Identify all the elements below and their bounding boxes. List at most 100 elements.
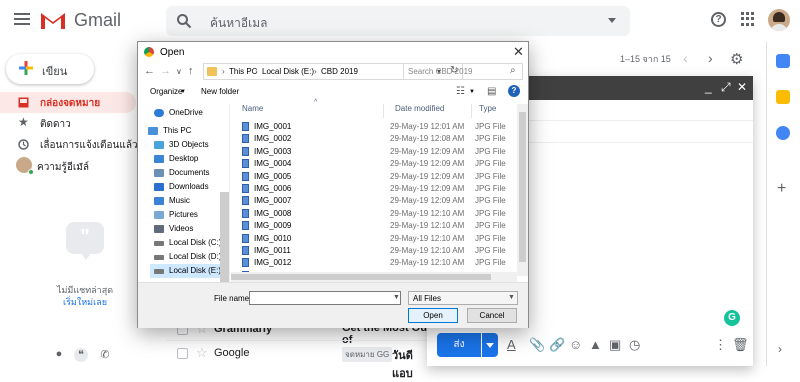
tree-item-documents[interactable]: Documents <box>150 166 228 180</box>
compose-button[interactable]: เขียน <box>6 54 94 84</box>
fullscreen-icon[interactable]: ⤢ <box>721 80 731 95</box>
search-icon[interactable] <box>176 13 192 29</box>
add-on-plus-icon[interactable]: + <box>777 180 786 198</box>
column-divider[interactable] <box>383 104 384 118</box>
column-header-name[interactable]: Name <box>242 104 263 113</box>
star-icon[interactable]: ☆ <box>196 345 208 361</box>
row-checkbox[interactable] <box>177 348 188 359</box>
forward-icon[interactable]: → <box>160 65 171 77</box>
new-folder-button[interactable]: New folder <box>201 87 239 96</box>
preview-pane-icon[interactable]: ▤ <box>487 86 496 97</box>
file-list-horizontal-scrollbar[interactable] <box>231 272 517 282</box>
column-divider[interactable] <box>471 104 472 118</box>
nav-item-snoozed[interactable]: เลื่อนการแจ้งเตือนแล้ว <box>0 134 138 155</box>
main-menu-icon[interactable] <box>14 13 30 25</box>
file-row[interactable]: IMG_0008 29-May-19 12:10 AM JPG File <box>239 207 509 219</box>
scrollbar-thumb[interactable] <box>231 274 491 280</box>
file-list-scrollbar[interactable] <box>517 104 528 276</box>
confidential-icon[interactable]: ◷ <box>629 337 640 353</box>
tasks-icon[interactable] <box>776 126 790 140</box>
minimize-icon[interactable]: _ <box>705 80 712 94</box>
previous-page-icon[interactable]: ‹ <box>683 50 688 66</box>
tree-item-music[interactable]: Music <box>150 194 228 208</box>
cancel-button[interactable]: Cancel <box>467 308 517 323</box>
file-type-select[interactable]: All Files ▼ <box>408 291 518 305</box>
phone-icon[interactable]: ✆ <box>98 348 112 362</box>
grammarly-icon[interactable]: G <box>724 310 740 326</box>
help-icon[interactable]: ? <box>711 12 726 27</box>
file-name-input[interactable]: ▼ <box>249 291 401 305</box>
file-row[interactable]: IMG_0001 29-May-19 12:01 AM JPG File <box>239 120 509 132</box>
breadcrumb-local-disk-e[interactable]: Local Disk (E:) <box>262 67 314 76</box>
recent-locations-icon[interactable]: ∨ <box>176 67 182 76</box>
send-options-icon[interactable] <box>482 333 498 357</box>
next-page-icon[interactable]: › <box>708 50 713 66</box>
gmail-logo-icon[interactable] <box>40 10 66 30</box>
send-button[interactable]: ส่ง <box>437 333 481 357</box>
tree-item-local-disk-e[interactable]: Local Disk (E:) <box>150 264 228 278</box>
mail-search-bar[interactable]: ค้นหาอีเมล <box>166 6 630 36</box>
open-button[interactable]: Open <box>408 308 458 323</box>
tree-item-onedrive[interactable]: OneDrive <box>150 106 228 120</box>
link-icon[interactable]: 🔗 <box>549 337 565 353</box>
keep-icon[interactable] <box>776 90 790 104</box>
tree-item-pictures[interactable]: Pictures <box>150 208 228 222</box>
column-header-date[interactable]: Date modified <box>395 104 444 113</box>
close-icon[interactable]: ✕ <box>737 80 747 94</box>
chevron-down-icon[interactable]: ▾ <box>79 160 83 169</box>
tree-item-downloads[interactable]: Downloads <box>150 180 228 194</box>
file-row[interactable]: IMG_0009 29-May-19 12:10 AM JPG File <box>239 219 509 231</box>
person-icon[interactable]: ● <box>52 348 66 362</box>
folder-search-input[interactable]: Search CBD 2019 ⌕ <box>403 63 523 80</box>
file-row[interactable]: IMG_0010 29-May-19 12:10 AM JPG File <box>239 232 509 244</box>
navigation-scrollbar[interactable] <box>220 192 229 282</box>
mail-row[interactable]: ☆ Google จดหมาย GG วันดี แอบ <box>166 340 432 380</box>
tree-item-videos[interactable]: Videos <box>150 222 228 236</box>
chevron-down-icon[interactable]: ▼ <box>508 294 515 301</box>
chevron-down-icon[interactable]: ▼ <box>180 89 186 95</box>
expand-panel-icon[interactable]: › <box>778 342 782 356</box>
drive-icon[interactable]: ▲ <box>589 337 602 352</box>
account-avatar[interactable] <box>768 9 790 31</box>
file-row[interactable]: IMG_0011 29-May-19 12:10 AM JPG File <box>239 244 509 256</box>
close-icon[interactable]: ✕ <box>513 44 524 60</box>
formatting-icon[interactable]: A <box>507 337 516 352</box>
tree-item-local-disk-c[interactable]: Local Disk (C:) <box>150 236 228 250</box>
file-row[interactable]: IMG_0007 29-May-19 12:09 AM JPG File <box>239 194 509 206</box>
gear-icon[interactable]: ⚙ <box>730 50 743 68</box>
file-row[interactable]: IMG_0006 29-May-19 12:09 AM JPG File <box>239 182 509 194</box>
tree-item-3d-objects[interactable]: 3D Objects <box>150 138 228 152</box>
breadcrumb-cbd-2019[interactable]: CBD 2019 <box>321 67 358 76</box>
more-options-icon[interactable]: ⋮ <box>714 337 727 353</box>
nav-item-starred[interactable]: ★ ติดดาว <box>0 113 136 134</box>
folder-search-placeholder[interactable]: Search CBD 2019 <box>408 67 472 76</box>
column-header-type[interactable]: Type <box>479 104 496 113</box>
hangouts-icon[interactable]: ❝ <box>74 348 88 362</box>
chevron-down-icon[interactable]: ▼ <box>393 294 400 301</box>
scrollbar-thumb[interactable] <box>519 112 526 262</box>
file-row[interactable]: IMG_0004 29-May-19 12:09 AM JPG File <box>239 157 509 169</box>
back-icon[interactable]: ← <box>144 65 155 77</box>
search-placeholder[interactable]: ค้นหาอีเมล <box>210 14 267 33</box>
nav-item-inbox[interactable]: กล่องจดหมาย <box>0 92 136 113</box>
search-options-icon[interactable] <box>608 18 616 23</box>
view-options-icon[interactable]: ☷ <box>456 86 465 97</box>
search-icon[interactable]: ⌕ <box>510 65 516 76</box>
calendar-icon[interactable] <box>776 54 790 68</box>
trash-icon[interactable]: 🗑 <box>732 337 749 353</box>
up-icon[interactable]: ↑ <box>188 65 194 77</box>
start-new-chat-link[interactable]: เริ่มใหม่เลย <box>40 295 130 309</box>
tree-item-desktop[interactable]: Desktop <box>150 152 228 166</box>
tree-item-local-disk-d[interactable]: Local Disk (D:) <box>150 250 228 264</box>
tree-item-this-pc[interactable]: This PC <box>144 124 222 138</box>
file-row[interactable]: IMG_0012 29-May-19 12:10 AM JPG File <box>239 256 509 268</box>
file-row[interactable]: IMG_0005 29-May-19 12:09 AM JPG File <box>239 170 509 182</box>
photo-icon[interactable]: ▣ <box>609 337 621 353</box>
emoji-icon[interactable]: ☺ <box>569 337 582 352</box>
breadcrumb-this-pc[interactable]: This PC <box>229 67 257 76</box>
file-row[interactable]: IMG_0002 29-May-19 12:08 AM JPG File <box>239 132 509 144</box>
chevron-down-icon[interactable]: ▼ <box>469 89 475 95</box>
organize-button[interactable]: Organize <box>150 87 182 96</box>
help-icon[interactable]: ? <box>508 85 520 97</box>
apps-grid-icon[interactable] <box>741 12 755 26</box>
